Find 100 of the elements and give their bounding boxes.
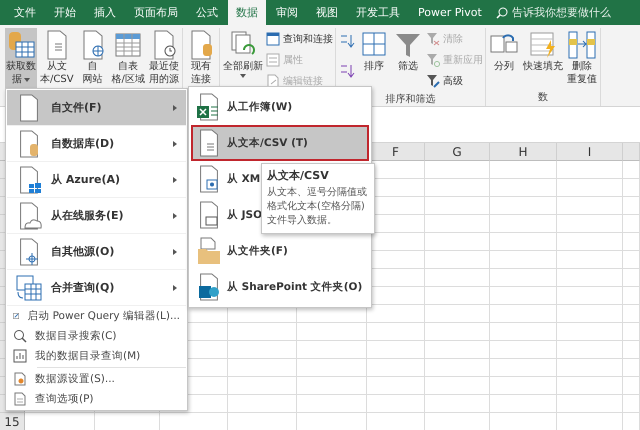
sheet-cell[interactable] <box>367 359 425 377</box>
ribbon-button[interactable]: 获取数 据 <box>5 28 37 88</box>
sheet-cell[interactable] <box>297 323 367 341</box>
menu-item[interactable]: 从文件夹(F) <box>191 233 369 269</box>
sheet-cell[interactable] <box>425 287 490 305</box>
ribbon-tab[interactable]: 文件 <box>6 0 44 25</box>
ribbon-tab[interactable]: Power Pivot <box>410 0 490 25</box>
sheet-cell[interactable] <box>623 269 640 287</box>
ribbon-button[interactable]: 排序 <box>358 28 390 75</box>
ribbon-small-button[interactable]: 高级 <box>426 71 483 90</box>
sheet-cell[interactable] <box>425 395 490 413</box>
sheet-cell[interactable] <box>490 179 557 197</box>
ribbon-tab[interactable]: 数据 <box>228 0 266 25</box>
sheet-cell[interactable] <box>367 341 425 359</box>
menu-item[interactable]: 查询选项(P) <box>7 389 186 409</box>
sheet-cell[interactable] <box>425 323 490 341</box>
sheet-cell[interactable] <box>425 269 490 287</box>
menu-item[interactable]: 数据源设置(S)... <box>7 369 186 389</box>
menu-item[interactable]: 从 Azure(A) <box>7 162 186 198</box>
sheet-cell[interactable] <box>557 323 623 341</box>
menu-item[interactable]: 从文本/CSV (T) <box>191 125 369 161</box>
sheet-cell[interactable] <box>490 251 557 269</box>
ribbon-button[interactable]: 全部刷新 <box>222 28 264 81</box>
ribbon-button[interactable]: 删除 重复值 <box>566 28 598 88</box>
sheet-cell[interactable] <box>425 341 490 359</box>
sheet-cell[interactable] <box>297 395 367 413</box>
sheet-cell[interactable] <box>490 269 557 287</box>
sheet-cell[interactable] <box>623 215 640 233</box>
sheet-cell[interactable] <box>367 377 425 395</box>
sheet-cell[interactable] <box>228 341 297 359</box>
column-header[interactable]: G <box>425 143 490 161</box>
sheet-cell[interactable] <box>557 377 623 395</box>
sheet-cell[interactable] <box>623 359 640 377</box>
sheet-cell[interactable] <box>425 233 490 251</box>
ribbon-tab[interactable]: 审阅 <box>268 0 306 25</box>
ribbon-button[interactable]: 自表 格/区域 <box>110 28 146 88</box>
menu-item[interactable]: 启动 Power Query 编辑器(L)... <box>7 306 186 326</box>
sheet-cell[interactable] <box>490 323 557 341</box>
ribbon-tab[interactable]: 页面布局 <box>126 0 186 25</box>
sheet-cell[interactable] <box>490 233 557 251</box>
sheet-cell[interactable] <box>425 161 490 179</box>
sheet-cell[interactable] <box>425 197 490 215</box>
sheet-cell[interactable] <box>367 395 425 413</box>
sheet-cell[interactable] <box>490 287 557 305</box>
sheet-cell[interactable] <box>557 395 623 413</box>
sheet-cell[interactable] <box>557 287 623 305</box>
menu-item[interactable]: 从 SharePoint 文件夹(O) <box>191 269 369 305</box>
ribbon-button[interactable]: 筛选 <box>392 28 424 75</box>
menu-item[interactable]: 自文件(F) <box>7 90 186 126</box>
sheet-cell[interactable] <box>623 233 640 251</box>
menu-item[interactable]: 数据目录搜索(C) <box>7 326 186 346</box>
sheet-cell[interactable] <box>623 179 640 197</box>
sheet-cell[interactable] <box>557 305 623 323</box>
sheet-cell[interactable] <box>557 233 623 251</box>
sheet-cell[interactable] <box>228 377 297 395</box>
ribbon-button[interactable]: 分列 <box>488 28 520 75</box>
ribbon-button[interactable]: 现有 连接 <box>184 28 217 88</box>
sheet-cell[interactable] <box>425 179 490 197</box>
ribbon-tab[interactable]: 插入 <box>86 0 124 25</box>
sheet-cell[interactable] <box>228 359 297 377</box>
column-header[interactable] <box>623 143 640 161</box>
column-header[interactable]: I <box>557 143 623 161</box>
sheet-cell[interactable] <box>557 179 623 197</box>
ribbon-button[interactable]: 最近使 用的源 <box>148 28 180 88</box>
menu-item[interactable]: 自其他源(O) <box>7 234 186 270</box>
sheet-cell[interactable] <box>228 323 297 341</box>
sheet-cell[interactable] <box>297 341 367 359</box>
sheet-cell[interactable] <box>490 359 557 377</box>
menu-item[interactable]: 从工作簿(W) <box>191 89 369 125</box>
sheet-cell[interactable] <box>425 215 490 233</box>
ribbon-tab[interactable]: 视图 <box>308 0 346 25</box>
sheet-cell[interactable] <box>623 287 640 305</box>
menu-item[interactable]: 合并查询(Q) <box>7 270 186 306</box>
sheet-cell[interactable] <box>557 197 623 215</box>
sheet-cell[interactable] <box>490 215 557 233</box>
sheet-cell[interactable] <box>557 215 623 233</box>
sheet-cell[interactable] <box>490 305 557 323</box>
sheet-cell[interactable] <box>557 161 623 179</box>
sheet-cell[interactable] <box>367 323 425 341</box>
sheet-cell[interactable] <box>490 341 557 359</box>
sheet-cell[interactable] <box>425 377 490 395</box>
sheet-cell[interactable] <box>557 359 623 377</box>
sheet-cell[interactable] <box>297 359 367 377</box>
sheet-cell[interactable] <box>623 197 640 215</box>
sheet-cell[interactable] <box>623 323 640 341</box>
sheet-cell[interactable] <box>623 305 640 323</box>
sheet-cell[interactable] <box>425 251 490 269</box>
row-header[interactable]: 15 <box>0 413 25 430</box>
ribbon-button[interactable]: 从文 本/CSV <box>39 28 75 88</box>
sheet-cell[interactable] <box>557 341 623 359</box>
sheet-cell[interactable] <box>490 395 557 413</box>
sheet-cell[interactable] <box>490 197 557 215</box>
ribbon-tab[interactable]: 开发工具 <box>348 0 408 25</box>
menu-item[interactable]: 自数据库(D) <box>7 126 186 162</box>
column-header[interactable]: H <box>490 143 557 161</box>
sheet-cell[interactable] <box>490 377 557 395</box>
ribbon-button[interactable]: 自 网站 <box>76 28 109 88</box>
sheet-cell[interactable] <box>623 395 640 413</box>
sheet-cell[interactable] <box>623 377 640 395</box>
sheet-cell[interactable] <box>623 161 640 179</box>
